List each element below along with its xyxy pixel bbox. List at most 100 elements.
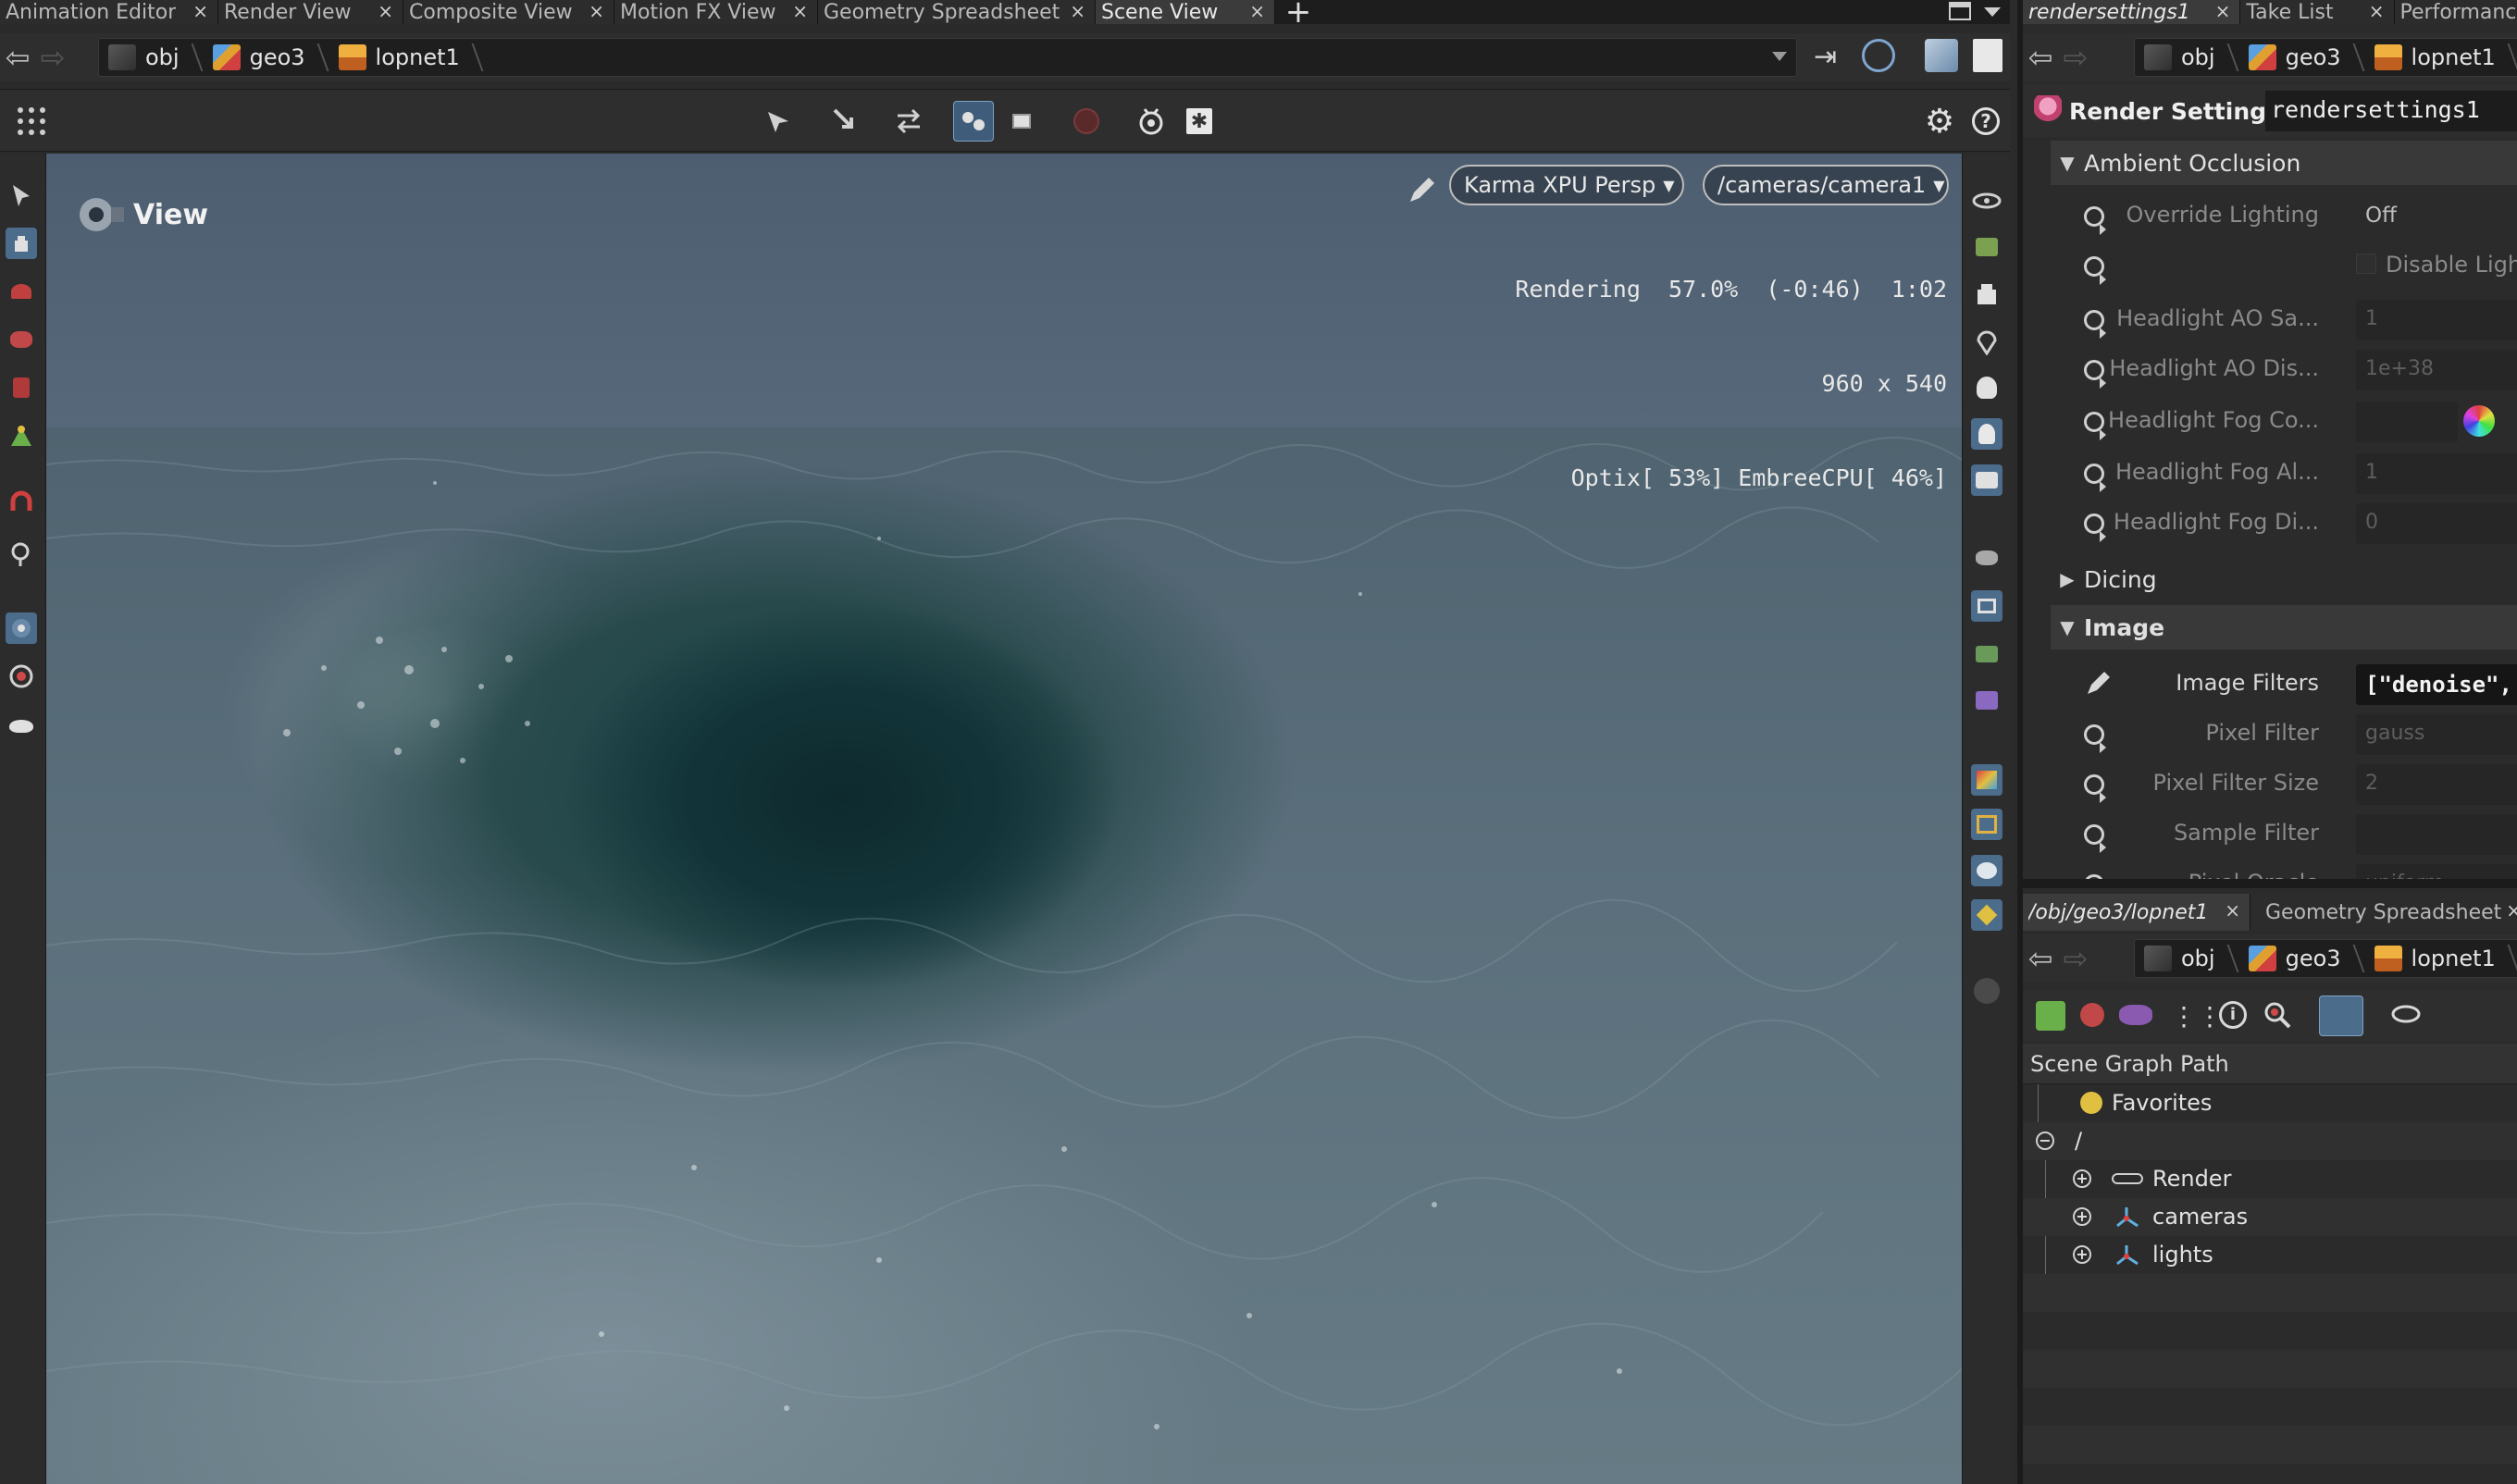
tab-performance-monitor[interactable]: Performance Monitor [2394,0,2517,24]
viewport-layout-icon[interactable] [1001,101,1042,142]
collapse-icon[interactable]: − [2036,1132,2054,1150]
tree-row-root[interactable]: − / [2023,1122,2517,1160]
close-icon[interactable]: × [1249,0,1265,22]
scene-graph-filter-icon[interactable] [2036,1001,2065,1031]
pivot-tool-icon[interactable] [6,538,37,570]
param-field[interactable] [2356,814,2517,855]
teapot-icon[interactable] [6,711,37,742]
scene-graph-delete-icon[interactable] [2080,1003,2104,1027]
expand-icon[interactable]: + [2073,1207,2091,1226]
forward-arrow-icon[interactable]: ⇨ [2058,940,2093,977]
keyframe-icon[interactable] [2084,360,2106,389]
close-icon[interactable]: × [2369,0,2385,22]
pause-render-icon[interactable] [1971,590,2002,622]
tab-composite-view[interactable]: Composite View × [403,0,614,24]
scene-graph-path-header[interactable]: Scene Graph Path [2023,1044,2517,1084]
path-dropdown-icon[interactable] [1772,52,1787,61]
tab-take-list[interactable]: Take List × [2240,0,2395,24]
snapshot-icon[interactable] [1971,899,2002,931]
aov-icon[interactable] [1971,685,2002,716]
add-tab-button[interactable]: + [1275,0,1321,31]
select-mode-icon[interactable] [759,101,800,142]
handles-icon[interactable] [888,101,929,142]
headlight-icon[interactable] [1971,418,2002,450]
folder-image[interactable]: ▼ Image [2051,605,2517,649]
location-pin-icon[interactable] [1971,326,2002,357]
close-icon[interactable]: × [378,0,393,22]
keyframe-icon[interactable] [2084,310,2106,339]
override-lighting-menu[interactable]: Off [2356,196,2517,237]
folder-ambient-occlusion[interactable]: ▼ Ambient Occlusion [2051,141,2517,185]
keyframe-icon[interactable] [2084,464,2106,492]
composite-icon[interactable] [1971,809,2002,840]
tree-row-cameras[interactable]: + cameras [2023,1198,2517,1236]
close-icon[interactable]: × [192,0,208,22]
expand-icon[interactable]: + [2073,1169,2091,1188]
close-icon[interactable]: × [2506,899,2517,921]
pin-icon[interactable]: ⇥ [1814,41,1851,74]
back-arrow-icon[interactable]: ⇦ [2023,940,2058,977]
back-arrow-icon[interactable]: ⇦ [2023,39,2058,76]
scene-graph-options-icon[interactable]: ⋮⋮ [2171,1001,2223,1032]
camera-tool-icon[interactable] [6,324,37,355]
disable-lighting-checkbox[interactable] [2356,254,2376,274]
view-camera-icon[interactable] [1971,855,2002,886]
snapping-icon[interactable] [953,101,994,142]
breadcrumb-geo3[interactable]: geo3 [2239,940,2365,977]
render-region-icon[interactable] [6,661,37,692]
tab-rendersettings1[interactable]: rendersettings1 × [2023,0,2241,24]
tool-grid-menu-icon[interactable] [11,101,52,142]
keyframe-icon[interactable] [2084,824,2106,853]
desktop-icon[interactable] [1973,39,2002,72]
keyframe-icon[interactable] [2084,724,2106,753]
pane-menu-chevron-icon[interactable] [1984,7,2001,17]
param-field[interactable]: 1 [2356,453,2517,494]
pane-splitter[interactable] [2017,879,2517,888]
keyframe-icon[interactable] [2084,774,2106,803]
view-tool-icon[interactable] [6,612,37,644]
tree-row-lights[interactable]: + lights [2023,1236,2517,1274]
view-settings-icon[interactable] [2389,1001,2426,1029]
tab-motion-fx-view[interactable]: Motion FX View × [614,0,818,24]
close-icon[interactable]: × [792,0,808,22]
folder-dicing[interactable]: ▶ Dicing [2051,557,2517,601]
link-icon[interactable] [1862,39,1895,72]
magnet-icon[interactable] [6,487,37,518]
breadcrumb-obj[interactable]: obj [2135,940,2239,977]
node-name-field[interactable]: rendersettings1 [2265,91,2517,131]
gear-icon[interactable]: ⚙ [1919,101,1960,142]
param-field[interactable]: 1 [2356,300,2517,340]
transform-mode-icon[interactable] [824,101,864,142]
param-field[interactable]: gauss [2356,714,2517,755]
renderer-menu[interactable]: Karma XPU Persp ▼ [1449,165,1684,205]
tab-animation-editor[interactable]: Animation Editor × [0,0,218,24]
light-tool-icon[interactable] [6,276,37,307]
render-gallery-icon[interactable] [1971,638,2002,670]
color-correction-icon[interactable] [1971,764,2002,796]
pane-maximize-icon[interactable] [1949,2,1971,20]
eye-icon[interactable] [1971,185,2002,216]
camera-lock-icon[interactable] [1971,464,2002,496]
forward-arrow-icon[interactable]: ⇨ [35,39,70,76]
collection-icon[interactable] [2319,996,2363,1036]
expand-icon[interactable]: + [2073,1245,2091,1264]
keyframe-icon[interactable] [2084,256,2106,285]
network-view-icon[interactable] [1925,39,1958,72]
tab-scene-view[interactable]: Scene View × [1096,0,1275,24]
tree-row-render[interactable]: + Render [2023,1160,2517,1274]
info-icon[interactable]: i [2219,1001,2247,1029]
close-icon[interactable]: × [589,0,604,22]
forward-arrow-icon[interactable]: ⇨ [2058,39,2093,76]
tab-lopnet1-path[interactable]: /obj/geo3/lopnet1 × [2023,894,2250,931]
close-icon[interactable]: × [1070,0,1085,22]
ghost-icon[interactable] [1971,542,2002,574]
keyframe-icon[interactable] [2084,206,2106,235]
color-wheel-icon[interactable] [2463,405,2495,437]
param-field[interactable]: 1e+38 [2356,350,2517,390]
select-arrow-icon[interactable] [6,179,37,211]
viewport[interactable]: View Karma XPU Persp ▼ /cameras/camera1 ▼ … [46,154,1962,1484]
param-field[interactable]: uniform [2356,864,2517,879]
help-icon[interactable]: ? [1965,101,2006,142]
scene-graph-mask-icon[interactable] [2119,1005,2152,1025]
keyframe-icon[interactable] [2084,513,2106,542]
